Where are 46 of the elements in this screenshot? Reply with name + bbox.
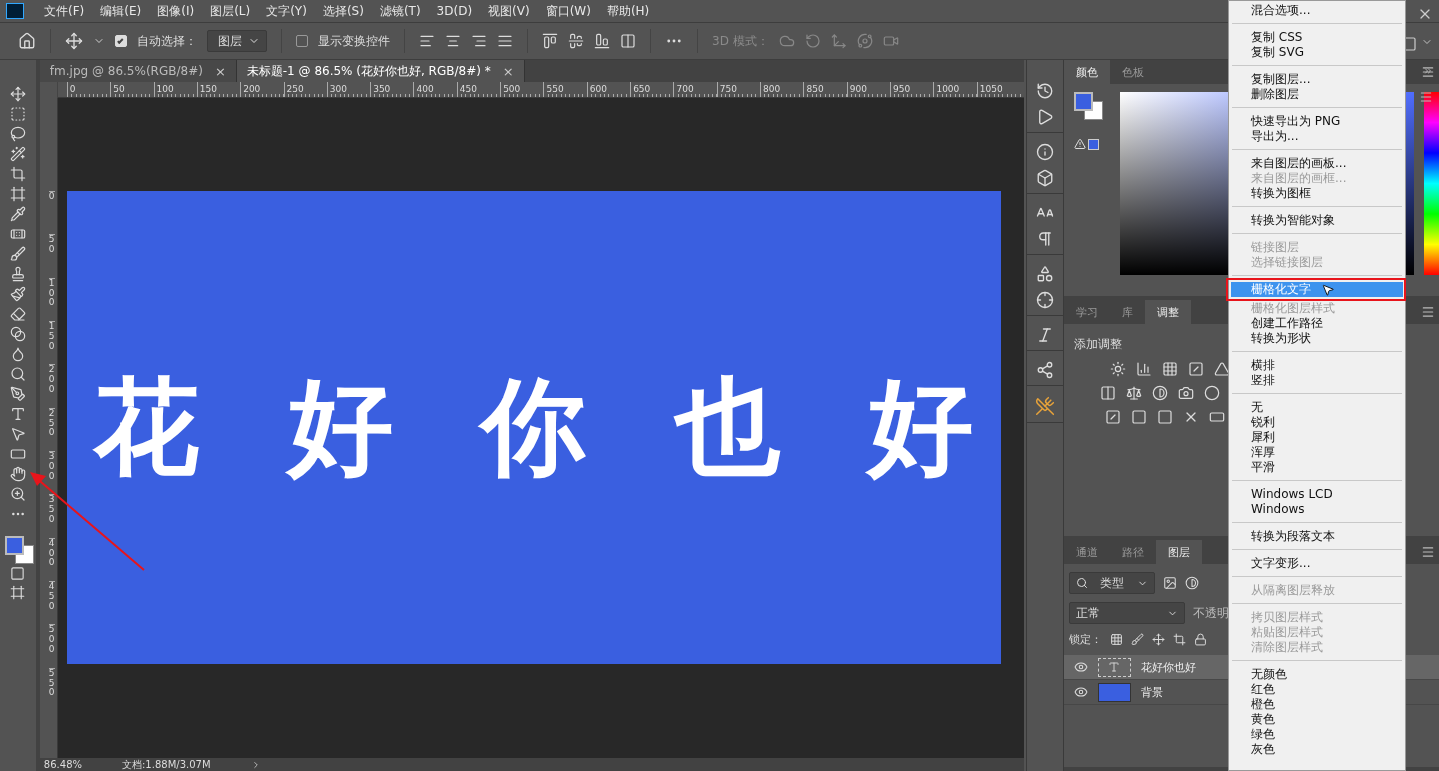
panel-heading: 添加调整	[1074, 336, 1122, 353]
opacity-label: 不透明	[1193, 604, 1229, 622]
ruler-label: 150	[48, 321, 55, 365]
ruler-label: 700	[673, 82, 717, 97]
document-size: 文档:1.88M/3.07M	[122, 757, 211, 771]
ruler-label: 900	[846, 82, 891, 97]
ruler-label: 450	[48, 580, 55, 625]
transform-controls-label: 显示变换控件	[318, 32, 390, 50]
ruler-label: 300	[326, 82, 371, 97]
canvas-text: 花 好 你 也 好	[94, 375, 974, 480]
ruler-label: 250	[48, 407, 55, 451]
ruler-label: 600	[586, 82, 631, 97]
ruler-label: 400	[413, 82, 457, 97]
ruler-label: 0	[66, 82, 111, 97]
ruler-label: 550	[48, 667, 55, 711]
ruler-label: 500	[500, 82, 544, 97]
layer-name: 花好你也好	[1141, 659, 1196, 675]
ruler-label: 950	[890, 82, 934, 97]
ruler-label: 450	[456, 82, 501, 97]
ruler-label: 850	[803, 82, 847, 97]
ruler-label: 350	[48, 494, 55, 538]
layer-name: 背景	[1141, 684, 1163, 700]
ruler-label: 500	[48, 624, 55, 668]
ruler-label: 550	[543, 82, 587, 97]
ruler-label: 100	[153, 82, 197, 97]
ruler-label: 1000	[933, 82, 977, 97]
ruler-label: 800	[760, 82, 804, 97]
ruler-label: 1050	[976, 82, 1021, 97]
ruler-label: 150	[196, 82, 241, 97]
ruler-label: 350	[370, 82, 414, 97]
ruler-label: 650	[630, 82, 674, 97]
tab-title: fm.jpg @ 86.5%(RGB/8#)	[49, 64, 203, 78]
ruler-label: 200	[240, 82, 284, 97]
zoom-level: 86.48%	[43, 759, 82, 770]
lock-label: 锁定：	[1069, 632, 1102, 647]
ruler-label: 400	[48, 537, 55, 581]
auto-select-label: 自动选择：	[137, 32, 197, 50]
ruler-label: 0	[48, 191, 55, 235]
tab-title: 未标题-1 @ 86.5% (花好你也好, RGB/8#) *	[246, 62, 491, 80]
ruler-label: 200	[48, 364, 55, 408]
ruler-label: 750	[716, 82, 761, 97]
ruler-label: 300	[48, 450, 55, 495]
ruler-label: 100	[48, 277, 55, 321]
ruler-label: 50	[110, 82, 154, 97]
ruler-label: 50	[48, 234, 55, 278]
ruler-label: 250	[283, 82, 327, 97]
